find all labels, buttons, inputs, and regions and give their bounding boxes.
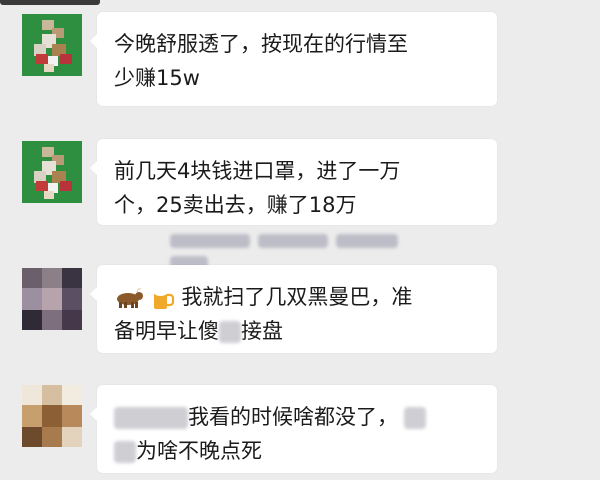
message-text-segment: 我就扫了几双黑曼巴，准 (181, 285, 413, 309)
message-text-segment: 我看的时候啥都没了， (188, 405, 398, 429)
pixelated-avatar-icon (22, 141, 82, 203)
avatar[interactable] (22, 141, 82, 203)
pixelated-avatar-icon (22, 14, 82, 76)
redacted-text (404, 407, 426, 429)
message-text-segment: 为啥不晚点死 (136, 439, 262, 463)
pixelated-avatar-icon (22, 385, 82, 447)
message-text-line: 备明早让傻 接盘 (114, 314, 479, 348)
message-text-line: 为啥不晚点死 (114, 434, 479, 468)
message-bubble[interactable]: 我就扫了几双黑曼巴，准 备明早让傻 接盘 (90, 265, 497, 353)
message-bubble[interactable]: 我看的时候啥都没了， 为啥不晚点死 (90, 385, 497, 473)
avatar[interactable] (22, 268, 82, 330)
message-text-line: 今晚舒服透了，按现在的行情至 (114, 32, 408, 56)
message-text-line: 个，25卖出去，赚了18万 (114, 193, 357, 217)
status-bar-fragment (0, 0, 100, 5)
beer-emoji (151, 285, 175, 311)
message-bubble[interactable]: 今晚舒服透了，按现在的行情至 少赚15w (90, 12, 497, 106)
redacted-text (114, 441, 136, 463)
message-text-line: 少赚15w (114, 66, 200, 90)
ox-emoji (114, 287, 144, 309)
message-text-segment: 备明早让傻 (114, 319, 219, 343)
redacted-text (114, 407, 188, 429)
avatar[interactable] (22, 14, 82, 76)
redacted-text (219, 321, 241, 343)
message-text-segment: 接盘 (241, 319, 283, 343)
message-text-line: 我就扫了几双黑曼巴，准 (114, 280, 479, 314)
message-text-line: 我看的时候啥都没了， (114, 400, 479, 434)
avatar[interactable] (22, 385, 82, 447)
message-text-line: 前几天4块钱进口罩，进了一万 (114, 159, 401, 183)
pixelated-avatar-icon (22, 268, 82, 330)
message-bubble[interactable]: 前几天4块钱进口罩，进了一万 个，25卖出去，赚了18万 (90, 139, 497, 225)
